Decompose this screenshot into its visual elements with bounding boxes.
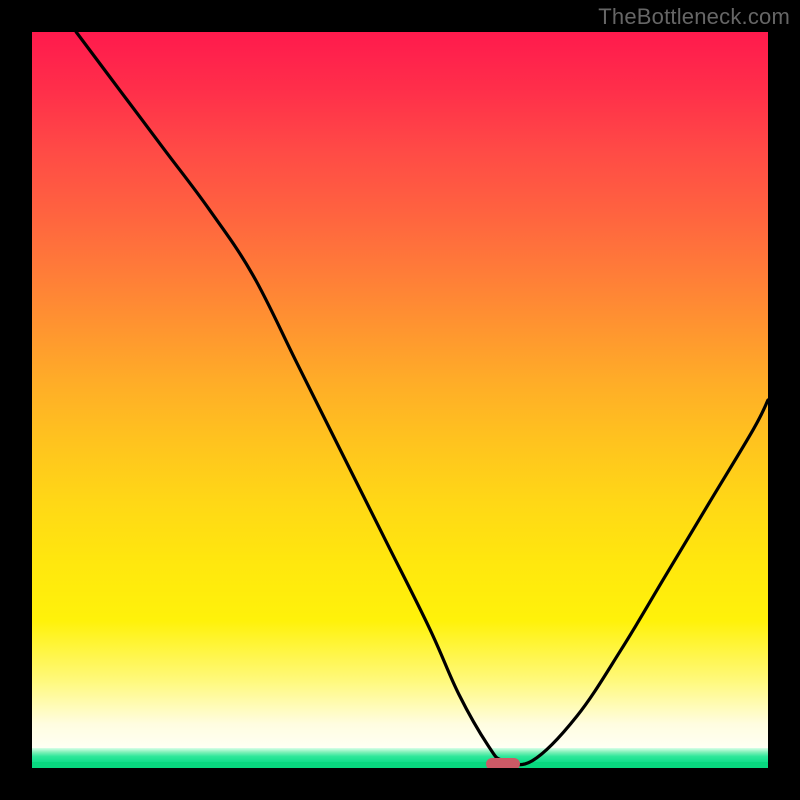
plot-area bbox=[32, 32, 768, 768]
watermark-text: TheBottleneck.com bbox=[598, 4, 790, 30]
chart-frame: TheBottleneck.com bbox=[0, 0, 800, 800]
bottleneck-curve bbox=[32, 32, 768, 768]
valley-marker bbox=[486, 758, 520, 768]
